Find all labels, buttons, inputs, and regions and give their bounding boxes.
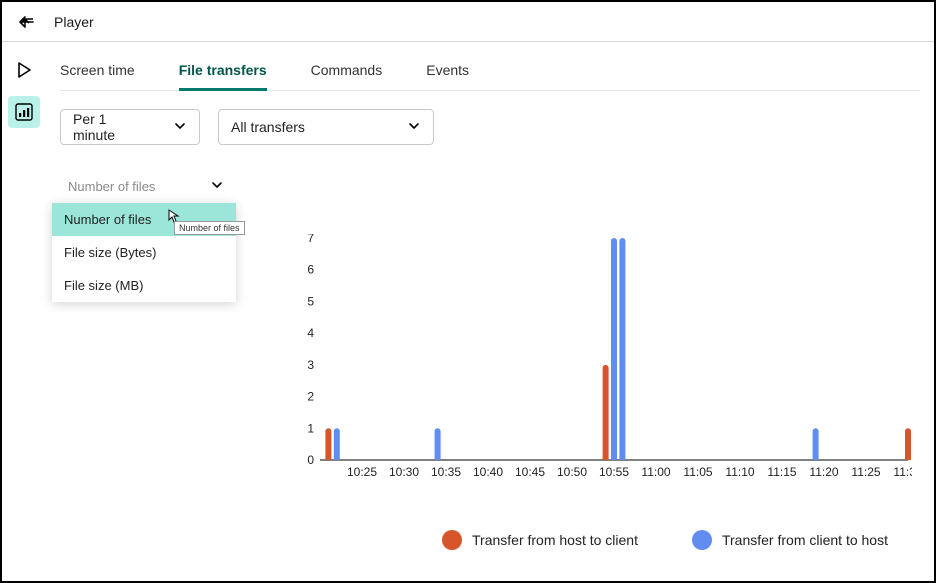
svg-text:10:55: 10:55 xyxy=(599,465,629,479)
legend-host: Transfer from host to client xyxy=(442,530,638,550)
rail-play-button[interactable] xyxy=(8,54,40,86)
cursor-icon xyxy=(166,209,180,223)
file-transfers-chart: 01234567710:2510:3010:3510:4010:4510:501… xyxy=(302,234,912,484)
metric-option-number-of-files[interactable]: Number of files Number of files xyxy=(52,203,236,236)
tab-commands[interactable]: Commands xyxy=(311,52,383,90)
svg-text:0: 0 xyxy=(307,453,314,467)
svg-text:10:40: 10:40 xyxy=(473,465,503,479)
top-bar: Player xyxy=(2,2,934,42)
svg-text:3: 3 xyxy=(307,358,314,372)
rail-stats-button[interactable] xyxy=(8,96,40,128)
metric-option-label: Number of files xyxy=(64,212,151,227)
svg-text:4: 4 xyxy=(307,326,314,340)
svg-text:10:30: 10:30 xyxy=(389,465,419,479)
svg-text:1: 1 xyxy=(307,421,314,435)
svg-text:11:25: 11:25 xyxy=(851,465,880,479)
chevron-down-icon xyxy=(407,119,421,136)
bar-chart-icon xyxy=(14,102,34,122)
svg-text:11:10: 11:10 xyxy=(725,465,754,479)
legend-dot-host xyxy=(442,530,462,550)
svg-text:11:20: 11:20 xyxy=(809,465,838,479)
tab-file-transfers[interactable]: File transfers xyxy=(179,52,267,90)
svg-text:6: 6 xyxy=(307,263,314,277)
svg-text:5: 5 xyxy=(307,294,314,308)
svg-text:11:00: 11:00 xyxy=(641,465,670,479)
legend-dot-client xyxy=(692,530,712,550)
metric-dropdown: Number of files Number of files File siz… xyxy=(52,203,236,302)
tab-events[interactable]: Events xyxy=(426,52,469,90)
interval-select[interactable]: Per 1 minute xyxy=(60,109,200,145)
svg-text:11:15: 11:15 xyxy=(767,465,796,479)
svg-text:11:05: 11:05 xyxy=(683,465,712,479)
metric-select[interactable]: Number of files xyxy=(60,169,232,203)
filter-select-label: All transfers xyxy=(231,119,305,135)
svg-text:10:25: 10:25 xyxy=(347,465,377,479)
legend-client: Transfer from client to host xyxy=(692,530,888,550)
svg-text:10:35: 10:35 xyxy=(431,465,461,479)
tooltip: Number of files xyxy=(174,221,245,235)
metric-option-file-size-bytes[interactable]: File size (Bytes) xyxy=(52,236,236,269)
legend-host-label: Transfer from host to client xyxy=(472,532,638,548)
left-rail xyxy=(2,42,46,581)
chevron-down-icon xyxy=(210,178,224,195)
interval-select-label: Per 1 minute xyxy=(73,111,149,143)
svg-text:11:30: 11:30 xyxy=(893,465,912,479)
svg-text:10:50: 10:50 xyxy=(557,465,587,479)
svg-text:7: 7 xyxy=(307,234,314,245)
svg-text:10:45: 10:45 xyxy=(515,465,545,479)
back-arrow-icon xyxy=(16,12,36,32)
play-icon xyxy=(14,60,34,80)
svg-text:2: 2 xyxy=(307,390,314,404)
filter-select[interactable]: All transfers xyxy=(218,109,434,145)
back-button[interactable] xyxy=(16,12,36,32)
chart-svg: 01234567710:2510:3010:3510:4010:4510:501… xyxy=(302,234,912,484)
page-title: Player xyxy=(54,14,94,30)
tabs: Screen time File transfers Commands Even… xyxy=(60,52,920,91)
metric-option-file-size-mb[interactable]: File size (MB) xyxy=(52,269,236,302)
chevron-down-icon xyxy=(173,119,187,136)
chart-legend: Transfer from host to client Transfer fr… xyxy=(442,530,888,550)
metric-select-label: Number of files xyxy=(68,179,155,194)
legend-client-label: Transfer from client to host xyxy=(722,532,888,548)
tab-screen-time[interactable]: Screen time xyxy=(60,52,135,90)
